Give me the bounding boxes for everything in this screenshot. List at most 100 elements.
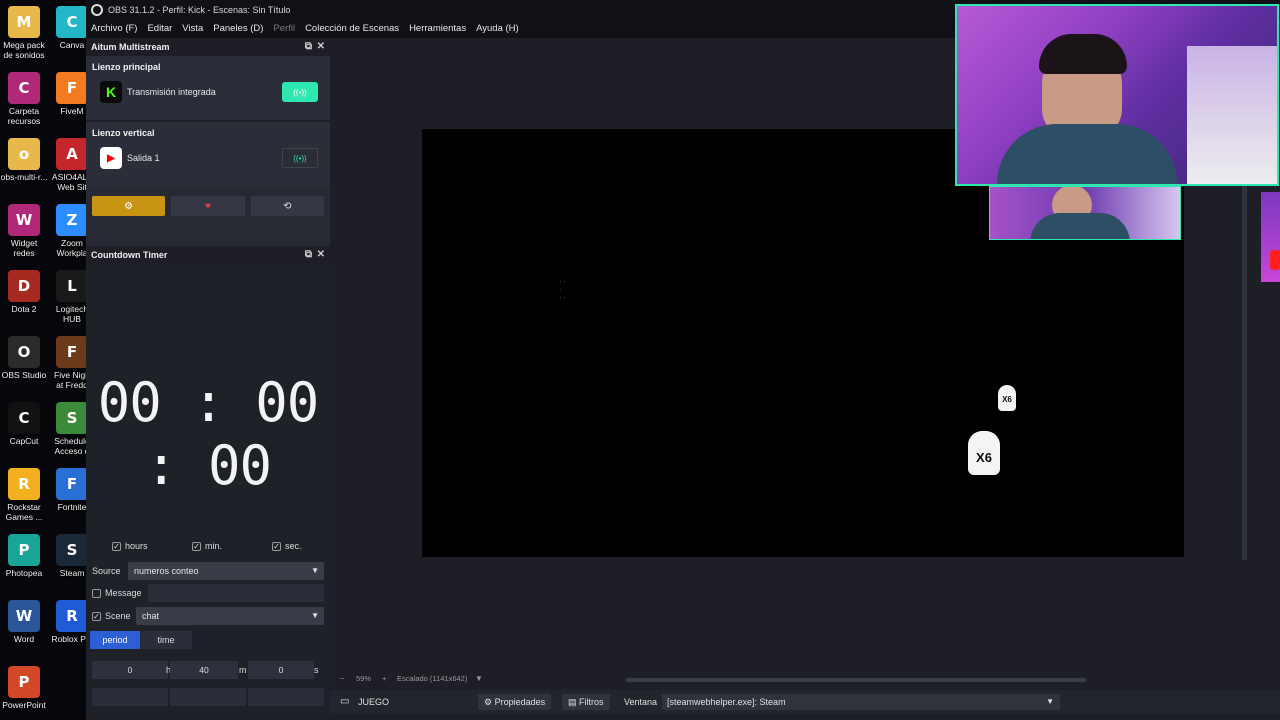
reset-button[interactable]	[248, 688, 324, 706]
filters-button[interactable]: ▤ Filtros	[562, 694, 610, 710]
gear-icon: ⚙	[484, 697, 495, 707]
word-icon: W	[8, 600, 40, 632]
screen: M Mega pack de sonidos C Canva C Carpeta recu…	[0, 0, 1280, 720]
desktop-shortcut[interactable]: C Carpeta recursos	[0, 72, 48, 126]
menu-archivo[interactable]: Archivo (F)	[86, 20, 142, 38]
scene-checkbox[interactable]: ✓ Scene	[92, 611, 131, 621]
checkmark-icon: ✓	[192, 541, 201, 551]
scene-select-value: chat	[142, 611, 160, 621]
settings-button[interactable]: ⚙	[92, 196, 166, 216]
menu-herramientas[interactable]: Herramientas	[404, 20, 471, 38]
webcam-hair	[1039, 34, 1127, 74]
zoom-in-button[interactable]: +	[382, 674, 386, 683]
preview-horizontal-scrollbar[interactable]	[626, 678, 1086, 682]
desktop-shortcut[interactable]: W Word	[0, 600, 48, 644]
pause-button[interactable]	[170, 688, 246, 706]
desktop-shortcut[interactable]: O OBS Studio	[0, 336, 48, 380]
menu-coleccion-escenas[interactable]: Colección de Escenas	[300, 20, 404, 38]
desktop-shortcut-label: Word	[13, 634, 35, 644]
scene-select[interactable]: chat ▼	[136, 607, 324, 625]
menu-ayuda[interactable]: Ayuda (H)	[471, 20, 524, 38]
menu-vista[interactable]: Vista	[177, 20, 208, 38]
undock-icon[interactable]: ⧉	[305, 38, 312, 56]
multistream-dock-header: Aitum Multistream ⧉ ✕	[86, 38, 330, 56]
checkmark-icon: ✓	[112, 541, 121, 551]
menu-bar: Archivo (F) Editar Vista Paneles (D) Per…	[86, 20, 956, 38]
window-select-value: [steamwebhelper.exe]: Steam	[667, 697, 786, 707]
skull-overlay-small: X6	[998, 385, 1016, 411]
seconds-input[interactable]: 0	[248, 661, 314, 679]
min-checkbox-label: min.	[205, 541, 223, 551]
webcam2-shirt	[1030, 213, 1130, 239]
properties-button-label: Propiedades	[494, 697, 546, 707]
window-title: OBS 31.1.2 - Perfil: Kick - Escenas: Sin…	[108, 5, 291, 15]
message-checkbox[interactable]: Message	[92, 588, 142, 598]
kick-icon: K	[100, 81, 122, 103]
properties-button[interactable]: ⚙ Propiedades	[478, 694, 552, 710]
window-label: Ventana	[624, 697, 658, 707]
skull-overlay-small-label: X6	[1002, 395, 1012, 404]
selected-source-name: JUEGO	[358, 697, 390, 707]
desktop-shortcut-label: Mega pack de sonidos	[3, 40, 45, 60]
refresh-button[interactable]: ⟲	[250, 196, 324, 216]
close-icon[interactable]: ✕	[317, 246, 325, 264]
webcam-shirt	[997, 124, 1177, 184]
main-canvas-label: Lienzo principal	[92, 62, 161, 72]
minutes-unit: m	[239, 665, 247, 675]
min-checkbox[interactable]: ✓ min.	[192, 541, 222, 551]
window-select[interactable]: [steamwebhelper.exe]: Steam ▼	[662, 694, 1060, 710]
message-input[interactable]	[148, 584, 324, 602]
zoom-out-button[interactable]: −	[340, 674, 344, 683]
undock-icon[interactable]: ⧉	[305, 246, 312, 264]
desktop-shortcut[interactable]: D Dota 2	[0, 270, 48, 314]
desktop-shortcut-label: Carpeta recursos	[7, 106, 41, 126]
seconds-unit: s	[314, 665, 319, 675]
vertical-output-stream-toggle[interactable]: ((•))	[282, 148, 318, 168]
chevron-down-icon: ▼	[1046, 697, 1054, 706]
asio-icon: A	[56, 138, 88, 170]
source-select[interactable]: numeros conteo ▼	[128, 562, 324, 580]
desktop-shortcut[interactable]: C CapCut	[0, 402, 48, 446]
multistream-dock: Aitum Multistream ⧉ ✕ Lienzo principal K…	[86, 38, 330, 246]
hours-checkbox[interactable]: ✓ hours	[112, 541, 148, 551]
scale-dropdown-icon[interactable]: ▼	[475, 674, 483, 683]
desktop-shortcut-label: Dota 2	[11, 304, 37, 314]
vertical-output-name: Salida 1	[127, 153, 160, 163]
desktop-shortcut[interactable]: o obs-multi-r...	[0, 138, 48, 182]
desktop-shortcut-label: obs-multi-r...	[0, 172, 48, 182]
main-output-row: K Transmisión integrada ((•))	[92, 76, 324, 110]
rockstar-icon: R	[8, 468, 40, 500]
source-label: Source	[92, 566, 121, 576]
filters-button-label: Filtros	[579, 697, 604, 707]
source-select-value: numeros conteo	[134, 566, 199, 576]
main-output-stream-toggle[interactable]: ((•))	[282, 82, 318, 102]
minutes-input[interactable]: 40	[170, 661, 238, 679]
vertical-canvas-section: Lienzo vertical ▶ Salida 1 ((•))	[86, 122, 330, 188]
close-icon[interactable]: ✕	[317, 38, 325, 56]
desktop-shortcut[interactable]: P Photopea	[0, 534, 48, 578]
menu-editar[interactable]: Editar	[142, 20, 177, 38]
tab-period[interactable]: period	[90, 631, 140, 649]
zoom-level: 59%	[356, 674, 372, 683]
youtube-icon: ▶	[100, 147, 122, 169]
chevron-down-icon: ▼	[311, 611, 319, 620]
fortnite-icon: F	[56, 468, 88, 500]
webcam-overlay-secondary	[989, 186, 1181, 240]
steam-icon: S	[56, 534, 88, 566]
desktop-shortcut[interactable]: M Mega pack de sonidos	[0, 6, 48, 60]
desktop-shortcut[interactable]: W Widget redes	[0, 204, 48, 258]
start-button[interactable]	[92, 688, 168, 706]
multistream-dock-title: Aitum Multistream	[91, 42, 170, 52]
menu-perfil[interactable]: Perfil	[268, 20, 300, 38]
sec-checkbox[interactable]: ✓ sec.	[272, 541, 302, 551]
chevron-down-icon: ▼	[311, 566, 319, 575]
donate-button[interactable]: ♥	[171, 196, 245, 216]
tab-time[interactable]: time	[140, 631, 192, 649]
desktop-shortcut[interactable]: R Rockstar Games ...	[0, 468, 48, 522]
hours-input[interactable]: 0	[92, 661, 168, 679]
obs-logo-icon	[91, 4, 103, 16]
desktop-shortcut[interactable]: P PowerPoint	[0, 666, 48, 710]
scale-label: Escalado (1141x642)	[397, 674, 468, 683]
webcam-background-right	[1187, 46, 1277, 184]
menu-paneles[interactable]: Paneles (D)	[208, 20, 268, 38]
